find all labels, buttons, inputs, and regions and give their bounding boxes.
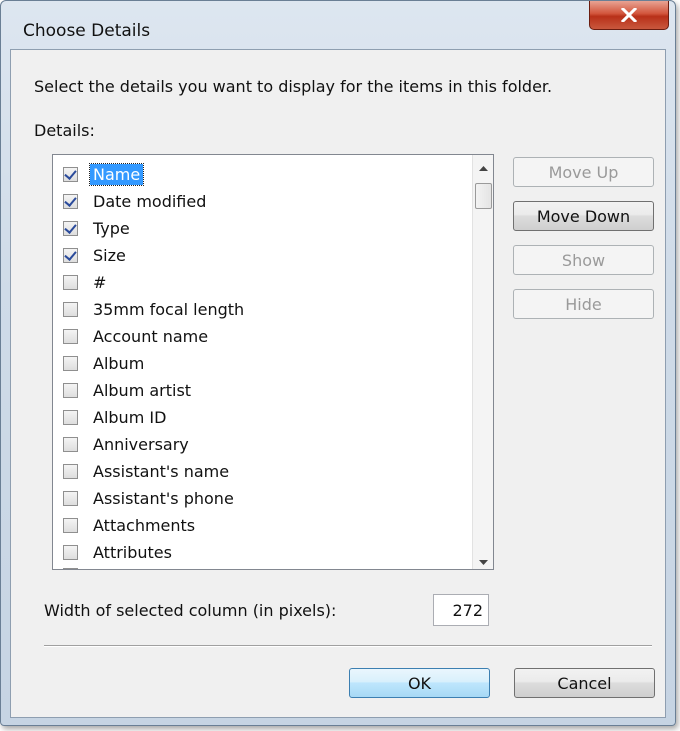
hide-button[interactable]: Hide — [513, 289, 654, 319]
dialog-title: Choose Details — [23, 21, 151, 41]
list-item-label: Account name — [93, 327, 209, 346]
checkbox[interactable] — [63, 356, 78, 371]
checkbox[interactable] — [63, 221, 78, 236]
list-item[interactable]: Account name — [53, 323, 453, 350]
list-item[interactable]: Album ID — [53, 404, 453, 431]
list-item[interactable]: Size — [53, 242, 453, 269]
close-icon — [621, 8, 637, 22]
checkbox[interactable] — [63, 383, 78, 398]
list-item-label: Album ID — [93, 408, 167, 427]
instruction-text: Select the details you want to display f… — [34, 77, 553, 96]
checkbox[interactable] — [63, 329, 78, 344]
checkbox[interactable] — [63, 248, 78, 263]
separator-line — [44, 645, 652, 647]
scroll-up-button[interactable] — [473, 155, 493, 175]
list-item-label: Name — [88, 163, 145, 186]
move-down-button[interactable]: Move Down — [513, 201, 654, 231]
close-button[interactable] — [589, 1, 669, 30]
details-label: Details: — [34, 121, 95, 140]
details-listbox[interactable]: Name Date modified Type Size #35mm focal len… — [52, 154, 494, 570]
scroll-up-arrow-icon — [478, 156, 488, 175]
checkbox[interactable] — [63, 410, 78, 425]
list-item[interactable]: # — [53, 269, 453, 296]
list-item[interactable]: Assistant's name — [53, 458, 453, 485]
list-item[interactable]: Assistant's phone — [53, 485, 453, 512]
list-item-label: Album artist — [93, 381, 192, 400]
list-item-label: Album — [93, 354, 145, 373]
list-item-label: Anniversary — [93, 435, 189, 454]
show-button[interactable]: Show — [513, 245, 654, 275]
list-item[interactable]: Name — [53, 161, 453, 188]
list-item[interactable]: Attachments — [53, 512, 453, 539]
scroll-thumb[interactable] — [475, 183, 492, 209]
scroll-down-button[interactable] — [473, 549, 493, 569]
checkbox[interactable] — [63, 275, 78, 290]
list-item-label: 35mm focal length — [93, 300, 245, 319]
list-item[interactable]: Date modified — [53, 188, 453, 215]
checkbox[interactable] — [63, 302, 78, 317]
list-item[interactable]: Anniversary — [53, 431, 453, 458]
column-width-label: Width of selected column (in pixels): — [44, 601, 337, 620]
list-item-label: # — [93, 273, 107, 292]
list-item-label: Assistant's name — [93, 462, 230, 481]
list-item[interactable]: Album — [53, 350, 453, 377]
checkbox[interactable] — [63, 518, 78, 533]
checkbox[interactable] — [63, 545, 78, 560]
list-scrollbar[interactable] — [472, 155, 493, 569]
list-item-label: Attributes — [93, 543, 172, 562]
cancel-button[interactable]: Cancel — [514, 668, 655, 698]
checkbox[interactable] — [63, 464, 78, 479]
list-item[interactable]: 35mm focal length — [53, 296, 453, 323]
scroll-down-arrow-icon — [478, 550, 488, 569]
list-item[interactable]: Type — [53, 215, 453, 242]
checkbox[interactable] — [63, 167, 78, 182]
list-item-label: Date modified — [93, 192, 207, 211]
column-width-input[interactable] — [433, 594, 489, 626]
checkbox[interactable] — [63, 491, 78, 506]
checkbox — [63, 568, 78, 569]
title-bar[interactable]: Choose Details — [1, 1, 675, 49]
move-up-button[interactable]: Move Up — [513, 157, 654, 187]
list-item-label: Attachments — [93, 516, 196, 535]
list-item[interactable]: Album artist — [53, 377, 453, 404]
ok-button[interactable]: OK — [349, 668, 490, 698]
list-item-label: Type — [93, 219, 130, 238]
list-item-partial — [53, 562, 453, 569]
list-item-label: Assistant's phone — [93, 489, 234, 508]
checkbox[interactable] — [63, 194, 78, 209]
list-item-label: Size — [93, 246, 126, 265]
checkbox[interactable] — [63, 437, 78, 452]
